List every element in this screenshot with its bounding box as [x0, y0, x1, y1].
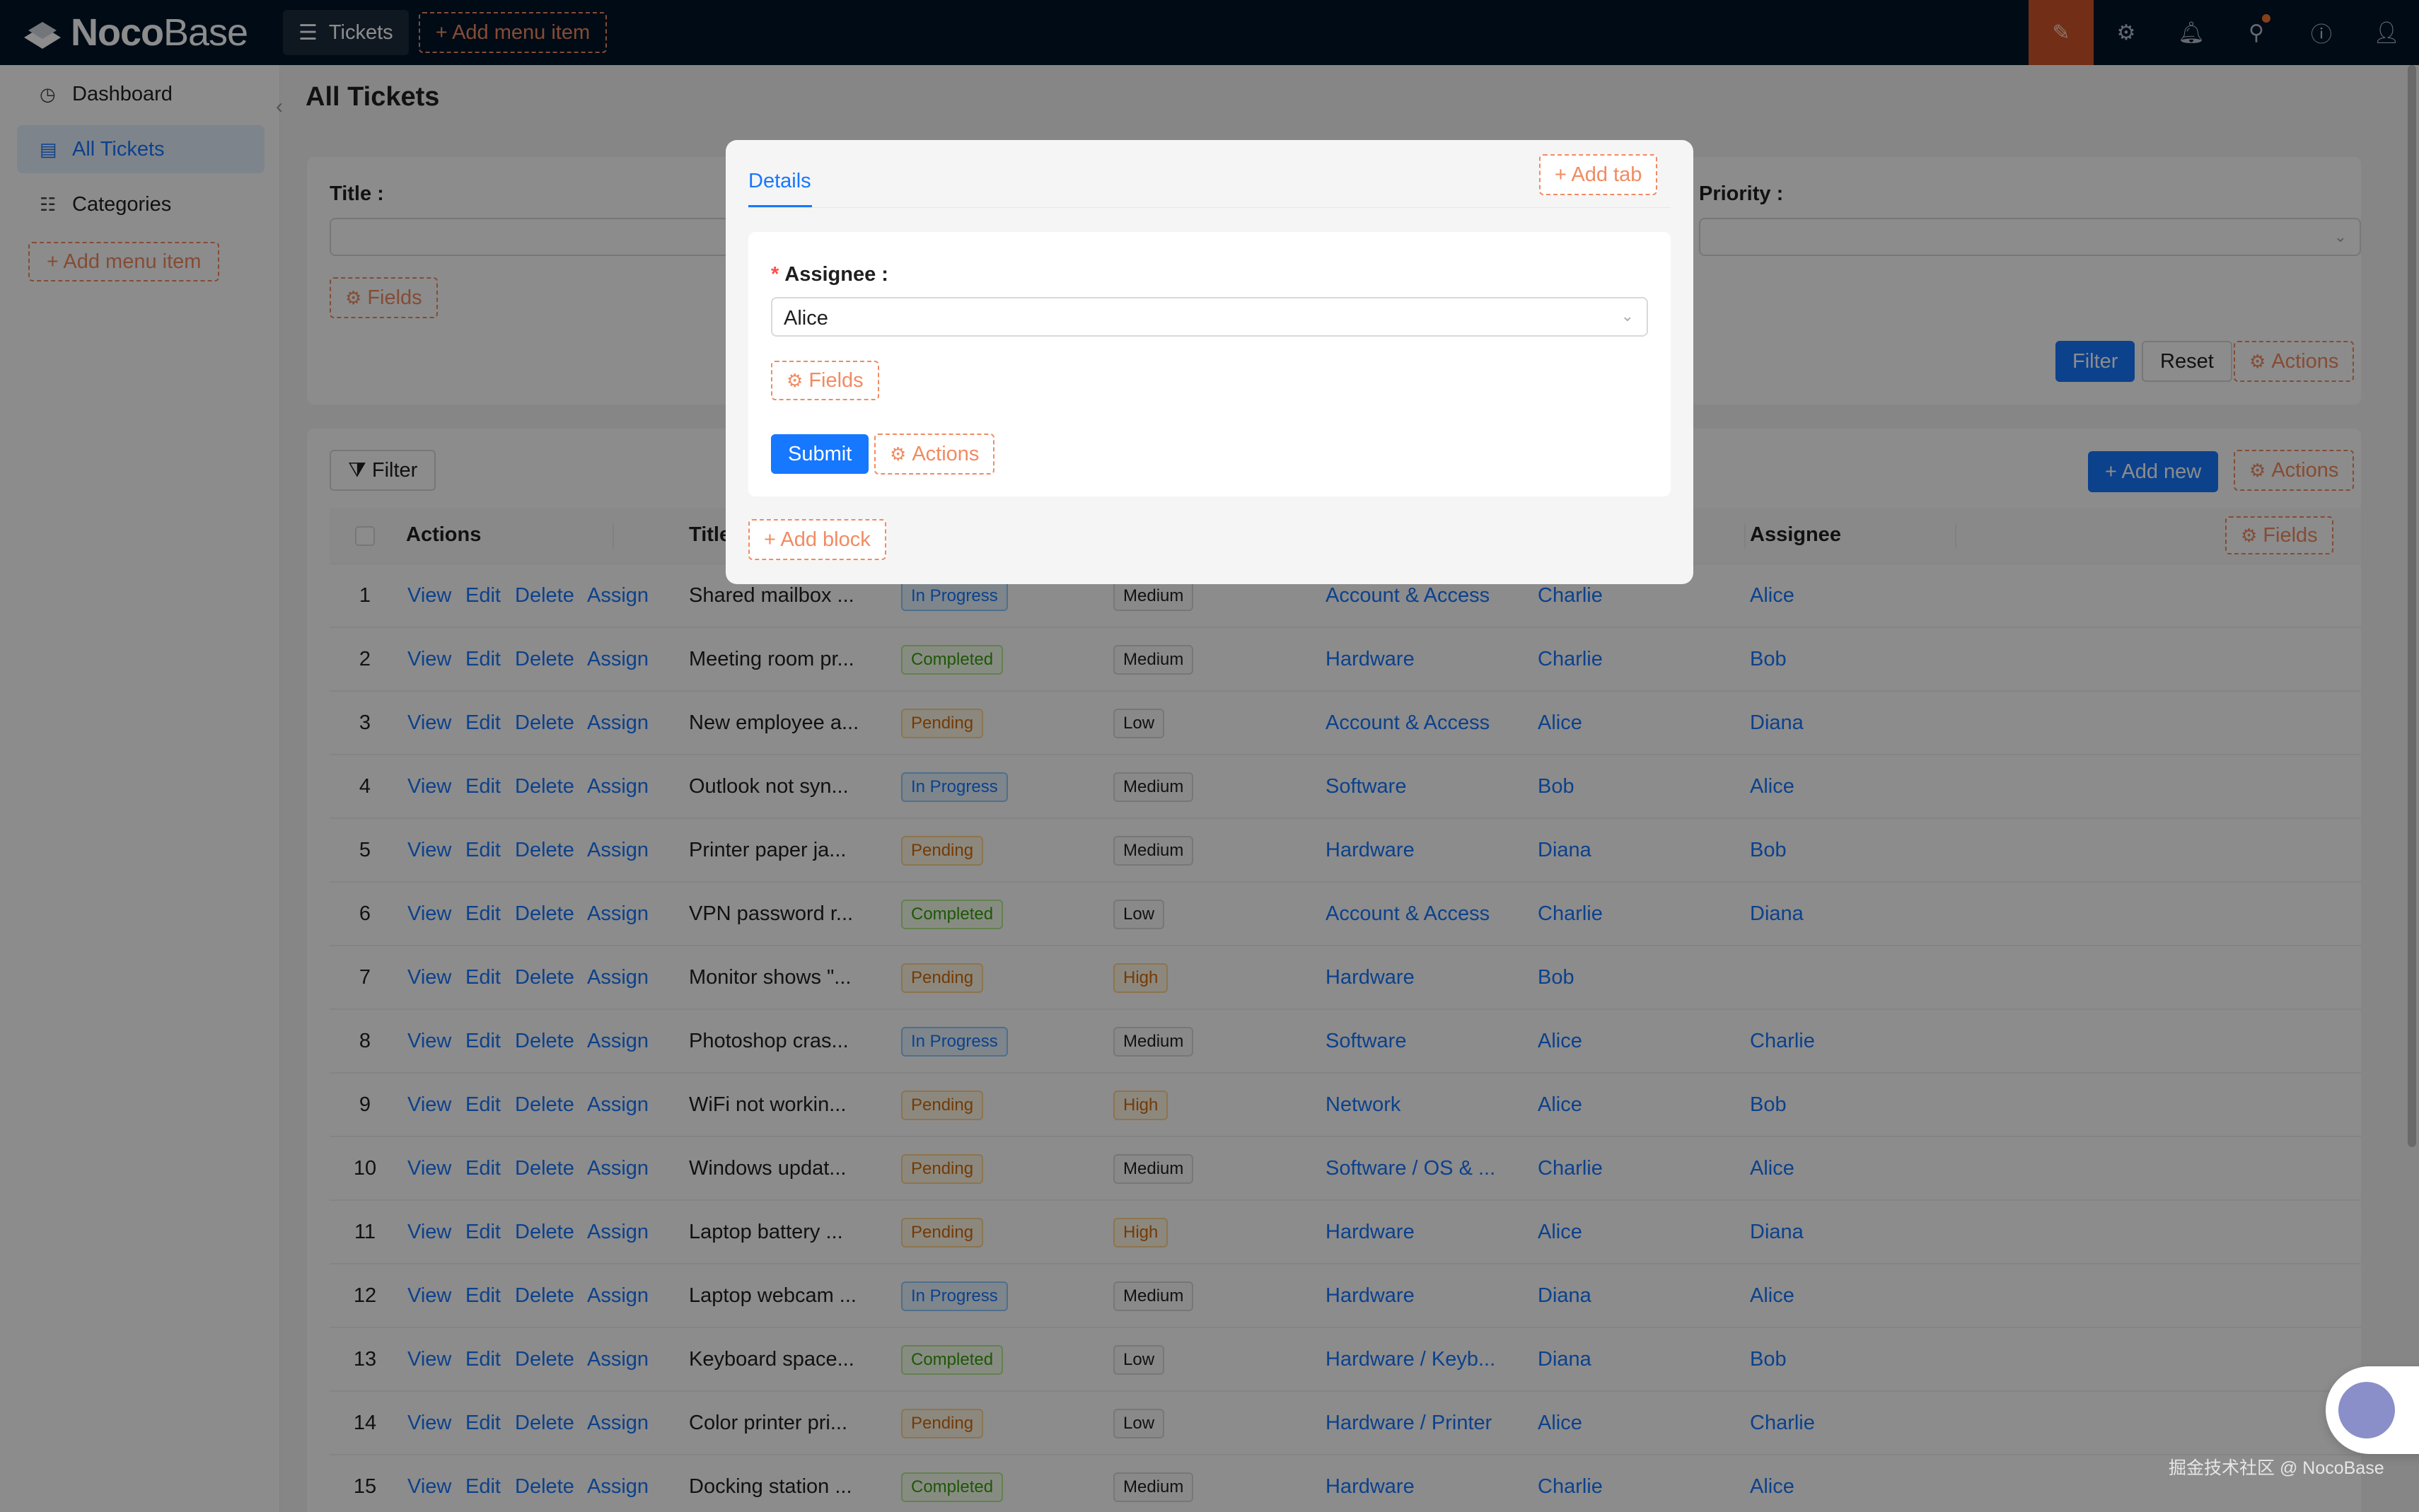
fields-label: Fields	[808, 368, 864, 392]
required-mark: *	[771, 263, 779, 286]
assignee-select[interactable]: Alice ⌄	[771, 297, 1648, 337]
add-block-button[interactable]: + Add block	[748, 519, 886, 560]
modal-fields-button[interactable]: ⚙ Fields	[771, 361, 879, 400]
add-tab-button[interactable]: + Add tab	[1539, 154, 1658, 195]
submit-button[interactable]: Submit	[771, 434, 869, 474]
gear-icon: ⚙	[787, 369, 804, 391]
tab-divider	[748, 207, 1671, 208]
chevron-down-icon: ⌄	[1620, 307, 1634, 325]
assignee-label-text: Assignee :	[784, 263, 888, 286]
assistant-avatar-button[interactable]	[2326, 1366, 2419, 1454]
assign-modal: Details + Add tab * Assignee : Alice ⌄ ⚙ …	[726, 140, 1693, 584]
assignee-selected-value: Alice	[784, 307, 828, 330]
assign-form-block: * Assignee : Alice ⌄ ⚙ Fields Submit ⚙ Ac…	[748, 232, 1671, 496]
gear-icon: ⚙	[890, 443, 907, 465]
tab-details[interactable]: Details	[748, 170, 811, 193]
assignee-field-label: * Assignee :	[771, 263, 888, 286]
modal-actions-button[interactable]: ⚙ Actions	[874, 434, 995, 475]
actions-label: Actions	[912, 442, 980, 465]
avatar-icon	[2338, 1382, 2395, 1438]
watermark: 掘金技术社区 @ NocoBase	[2169, 1458, 2384, 1478]
